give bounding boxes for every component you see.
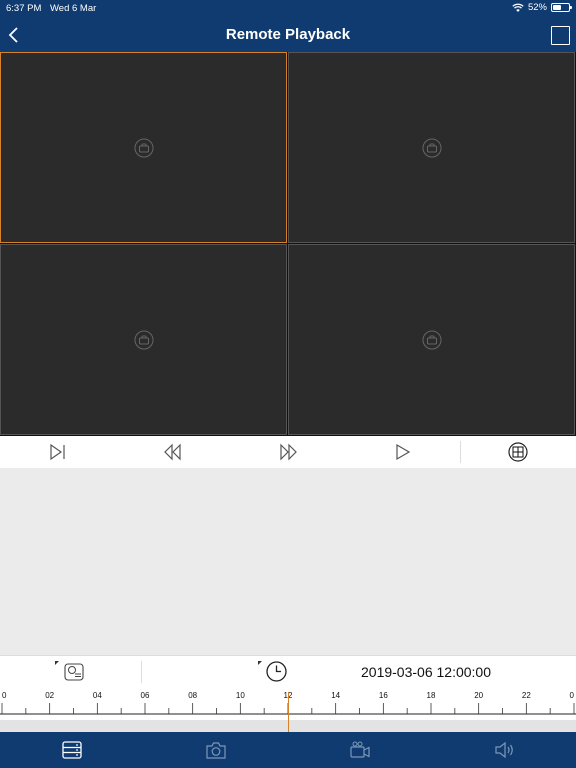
timeline-hour-label: 06 <box>141 691 150 700</box>
timeline-hour-label: 0 <box>2 691 7 700</box>
corner-marker <box>55 661 59 665</box>
status-bar: 6:37 PM Wed 6 Mar 52% <box>0 0 576 18</box>
video-pane-1[interactable] <box>0 52 287 243</box>
info-divider <box>141 661 142 683</box>
battery-fill <box>553 5 561 10</box>
camera-placeholder-icon <box>134 138 153 157</box>
playback-info-bar: 2019-03-06 12:00:00 <box>0 655 576 687</box>
playback-datetime: 2019-03-06 12:00:00 <box>361 664 491 680</box>
empty-area <box>0 468 576 655</box>
status-date: Wed 6 Mar <box>50 3 97 14</box>
corner-marker <box>258 661 262 665</box>
timeline-hour-label: 18 <box>427 691 436 700</box>
timeline-hour-label: 20 <box>474 691 483 700</box>
audio-icon[interactable] <box>493 740 515 760</box>
timeline-hour-label: 10 <box>236 691 245 700</box>
video-pane-2[interactable] <box>288 52 575 243</box>
battery-percent: 52% <box>527 2 547 13</box>
snapshot-icon[interactable] <box>205 740 227 760</box>
controls-divider <box>460 441 461 463</box>
device-list-icon[interactable] <box>61 740 83 760</box>
timeline-hour-label: 04 <box>93 691 102 700</box>
fast-forward-icon[interactable] <box>277 442 299 462</box>
video-grid <box>0 52 576 436</box>
nav-bar: Remote Playback <box>0 18 576 52</box>
page-title: Remote Playback <box>225 26 351 43</box>
rewind-icon[interactable] <box>162 442 184 462</box>
timeline-hour-label: 14 <box>331 691 340 700</box>
clock-icon[interactable] <box>265 660 288 683</box>
step-forward-icon[interactable] <box>47 442 69 462</box>
play-icon[interactable] <box>392 442 414 462</box>
timeline-hour-label: 22 <box>522 691 531 700</box>
tab-bar <box>0 732 576 768</box>
channel-list-icon[interactable] <box>63 661 85 683</box>
status-right: 52% <box>512 2 572 13</box>
playback-controls <box>0 436 576 468</box>
split-screen-icon[interactable] <box>507 442 529 462</box>
video-pane-4[interactable] <box>288 244 575 435</box>
timeline-current-marker[interactable] <box>287 692 289 732</box>
record-icon[interactable] <box>349 740 371 760</box>
camera-placeholder-icon <box>422 330 441 349</box>
status-time: 6:37 PM <box>6 3 42 14</box>
video-pane-3[interactable] <box>0 244 287 435</box>
timeline-hour-label: 08 <box>188 691 197 700</box>
remote-playback-screen: 6:37 PM Wed 6 Mar 52% Remote Playback 20… <box>0 0 576 768</box>
timeline-hour-label: 0 <box>570 691 575 700</box>
timeline-hour-label: 16 <box>379 691 388 700</box>
timeline-hour-label: 02 <box>45 691 54 700</box>
fullscreen-icon[interactable] <box>551 26 570 45</box>
battery-icon <box>551 3 572 12</box>
camera-placeholder-icon <box>422 138 441 157</box>
wifi-icon <box>512 3 524 12</box>
camera-placeholder-icon <box>134 330 153 349</box>
